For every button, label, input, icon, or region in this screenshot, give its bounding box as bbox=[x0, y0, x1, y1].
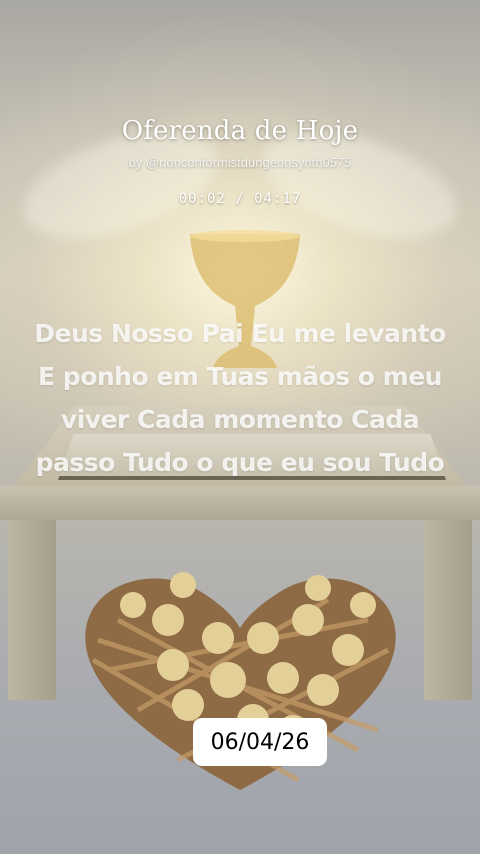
date-badge: 06/04/26 bbox=[193, 718, 327, 766]
lyrics-block: Deus Nosso Pai Eu me levanto E ponho em … bbox=[20, 312, 460, 484]
table-leg-right bbox=[424, 520, 472, 700]
lyric-line: Deus Nosso Pai Eu me levanto bbox=[34, 319, 446, 348]
playback-time: 00:02 / 04:17 bbox=[178, 191, 302, 207]
table-edge bbox=[0, 486, 480, 520]
lyric-line: viver Cada momento Cada bbox=[60, 405, 420, 434]
table-leg-left bbox=[8, 520, 56, 700]
track-title: Oferenda de Hoje bbox=[121, 116, 359, 146]
lyric-line: E ponho em Tuas mãos o meu bbox=[38, 362, 442, 391]
author-handle[interactable]: by @nonconformistdungeonsynth0575 bbox=[0, 155, 480, 170]
lyric-line: passo Tudo o que eu sou Tudo bbox=[35, 448, 445, 477]
